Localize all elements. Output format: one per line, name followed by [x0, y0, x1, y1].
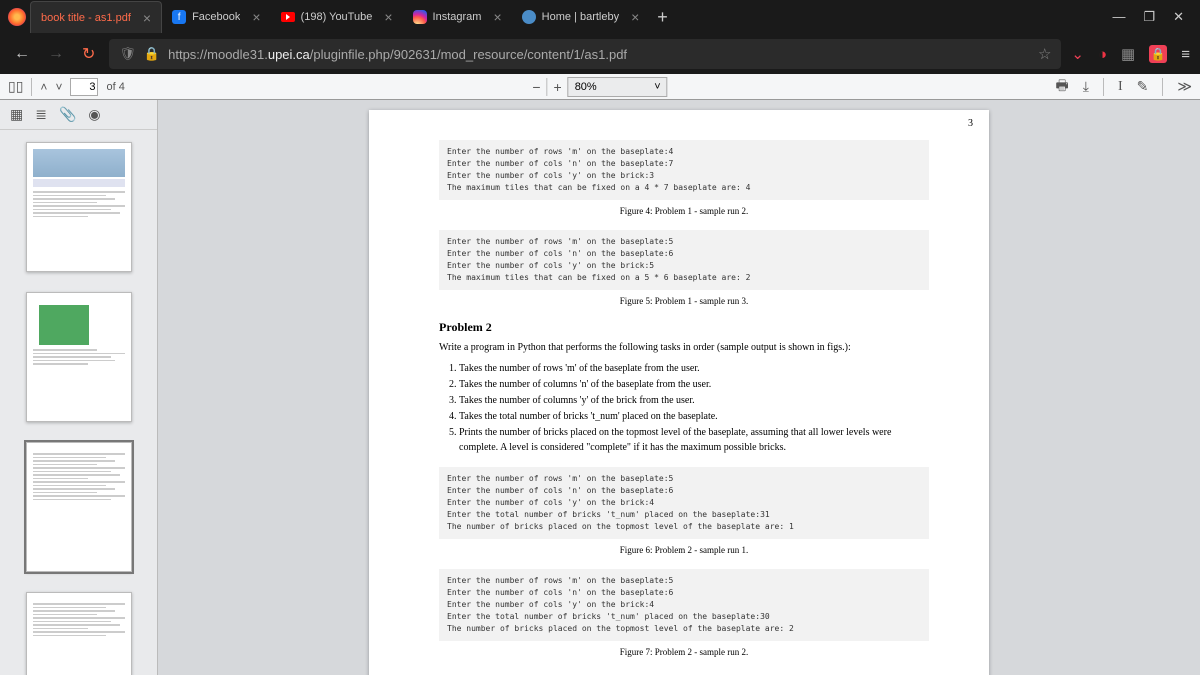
list-item: Takes the total number of bricks 't_num'… — [459, 409, 929, 424]
close-icon[interactable]: × — [252, 9, 260, 25]
code-sample-fig5: Enter the number of rows 'm' on the base… — [439, 230, 929, 290]
pocket-icon[interactable]: ⌄ — [1071, 45, 1084, 63]
url-path: /pluginfile.php/902631/mod_resource/cont… — [310, 47, 627, 62]
code-sample-fig6: Enter the number of rows 'm' on the base… — [439, 467, 929, 539]
page-count-label: of 4 — [106, 81, 124, 93]
window-titlebar: book title - as1.pdf × f Facebook × (198… — [0, 0, 1200, 34]
reload-button[interactable]: ↻ — [78, 40, 99, 68]
thumbnails-view-icon[interactable]: ▦ — [10, 106, 23, 123]
tab-instagram[interactable]: Instagram × — [403, 1, 512, 33]
page-number-input[interactable] — [70, 78, 98, 96]
extension-icon[interactable]: ◑ — [1098, 46, 1107, 63]
shield-icon: 🛡 — [119, 46, 136, 62]
tab-bartleby[interactable]: Home | bartleby × — [512, 1, 650, 33]
layers-view-icon[interactable]: ◉ — [88, 106, 100, 123]
save-icon[interactable]: 🔒 — [1149, 45, 1167, 63]
tab-facebook[interactable]: f Facebook × — [162, 1, 271, 33]
firefox-icon — [8, 8, 26, 26]
zoom-in-button[interactable]: + — [554, 79, 562, 95]
bookmark-star-icon[interactable]: ☆ — [1038, 45, 1051, 63]
lock-icon: 🔒 — [144, 46, 160, 62]
pdf-sidebar: ▦ ≣ 📎 ◉ — [0, 100, 158, 675]
pdf-page-3: 3 Enter the number of rows 'm' on the ba… — [369, 110, 989, 675]
figure-caption-4: Figure 4: Problem 1 - sample run 2. — [439, 206, 929, 216]
thumbnail-page-1[interactable] — [26, 142, 132, 272]
sidebar-tools: ▦ ≣ 📎 ◉ — [0, 100, 157, 130]
youtube-icon — [281, 12, 295, 22]
close-window-button[interactable]: ✕ — [1173, 9, 1184, 25]
zoom-out-button[interactable]: − — [532, 79, 540, 95]
tools-overflow-icon[interactable]: ≫ — [1177, 78, 1192, 95]
address-bar[interactable]: 🛡 🔒 https://moodle31.upei.ca/pluginfile.… — [109, 39, 1061, 69]
minimize-button[interactable]: — — [1112, 9, 1125, 25]
close-icon[interactable]: × — [384, 9, 392, 25]
problem2-steps: Takes the number of rows 'm' of the base… — [439, 361, 929, 455]
container-icon[interactable]: ▦ — [1121, 45, 1135, 63]
bartleby-icon — [522, 10, 536, 24]
thumbnail-list — [0, 130, 157, 675]
pdf-toolbar: ▯▯ ˄ ˅ of 4 − + 80% ˅ 🖶 ⤓ I ✎ ≫ — [0, 74, 1200, 100]
print-icon[interactable]: 🖶 — [1056, 75, 1069, 99]
close-icon[interactable]: × — [493, 9, 501, 25]
list-item: Takes the number of rows 'm' of the base… — [459, 361, 929, 376]
url-domain: upei.ca — [268, 47, 310, 62]
tab-label: Home | bartleby — [542, 11, 619, 23]
tab-youtube[interactable]: (198) YouTube × — [271, 1, 403, 33]
window-controls: — ❐ ✕ — [1104, 9, 1192, 25]
tab-active-pdf[interactable]: book title - as1.pdf × — [30, 1, 162, 33]
tab-label: Facebook — [192, 11, 240, 23]
new-tab-button[interactable]: + — [649, 7, 676, 28]
problem2-intro: Write a program in Python that performs … — [439, 341, 929, 355]
thumbnail-page-2[interactable] — [26, 292, 132, 422]
text-tool-icon[interactable]: I — [1118, 79, 1123, 95]
page-number-corner: 3 — [968, 118, 973, 129]
maximize-button[interactable]: ❐ — [1143, 9, 1155, 25]
figure-caption-6: Figure 6: Problem 2 - sample run 1. — [439, 545, 929, 555]
page-down-button[interactable]: ˅ — [55, 80, 62, 94]
instagram-icon — [413, 10, 427, 24]
url-prefix: https://moodle31. — [168, 47, 268, 62]
outline-view-icon[interactable]: ≣ — [35, 106, 47, 123]
list-item: Takes the number of columns 'y' of the b… — [459, 393, 929, 408]
list-item: Prints the number of bricks placed on th… — [459, 425, 929, 455]
tab-strip: book title - as1.pdf × f Facebook × (198… — [30, 0, 1104, 34]
back-button[interactable]: ← — [10, 41, 34, 67]
hamburger-menu-icon[interactable]: ≡ — [1181, 46, 1190, 63]
figure-caption-7: Figure 7: Problem 2 - sample run 2. — [439, 647, 929, 657]
download-icon[interactable]: ⤓ — [1083, 78, 1089, 95]
page-up-button[interactable]: ˄ — [40, 80, 47, 94]
url-text: https://moodle31.upei.ca/pluginfile.php/… — [168, 47, 1030, 62]
attachments-view-icon[interactable]: 📎 — [59, 106, 76, 123]
code-sample-fig4: Enter the number of rows 'm' on the base… — [439, 140, 929, 200]
figure-caption-5: Figure 5: Problem 1 - sample run 3. — [439, 296, 929, 306]
toolbar-icons: ⌄ ◑ ▦ 🔒 ≡ — [1071, 45, 1190, 63]
zoom-value: 80% — [575, 81, 597, 93]
code-sample-fig7: Enter the number of rows 'm' on the base… — [439, 569, 929, 641]
zoom-select[interactable]: 80% ˅ — [568, 77, 668, 97]
thumbnail-page-3[interactable] — [26, 442, 132, 572]
tab-label: book title - as1.pdf — [41, 12, 131, 24]
chevron-down-icon: ˅ — [654, 81, 660, 93]
browser-toolbar: ← → ↻ 🛡 🔒 https://moodle31.upei.ca/plugi… — [0, 34, 1200, 74]
facebook-icon: f — [172, 10, 186, 24]
thumbnail-page-4[interactable] — [26, 592, 132, 675]
pdf-page-area[interactable]: 3 Enter the number of rows 'm' on the ba… — [158, 100, 1200, 675]
problem2-heading: Problem 2 — [439, 320, 929, 335]
list-item: Takes the number of columns 'n' of the b… — [459, 377, 929, 392]
close-icon[interactable]: × — [143, 10, 151, 26]
close-icon[interactable]: × — [631, 9, 639, 25]
sidebar-toggle-icon[interactable]: ▯▯ — [8, 78, 23, 95]
forward-button[interactable]: → — [44, 41, 68, 67]
tab-label: (198) YouTube — [301, 11, 373, 23]
draw-tool-icon[interactable]: ✎ — [1137, 78, 1149, 95]
tab-label: Instagram — [433, 11, 482, 23]
